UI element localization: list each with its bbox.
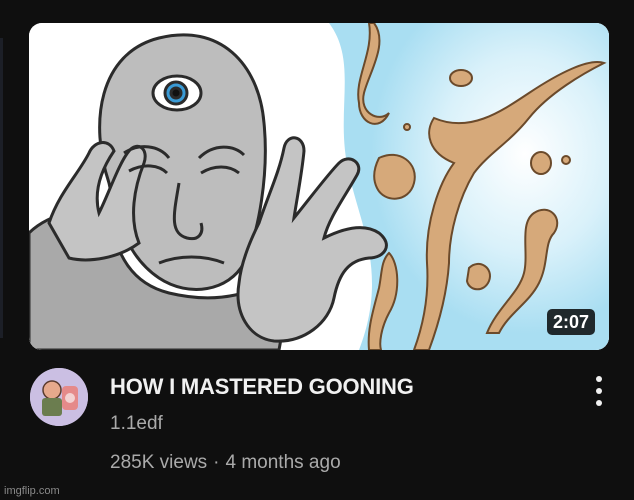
video-metadata: HOW I MASTERED GOONING 1.1edf 285K views…	[30, 368, 610, 478]
avatar-image	[30, 368, 88, 426]
duration-badge: 2:07	[546, 309, 595, 335]
stats-separator: ·	[213, 452, 220, 473]
adjacent-card-edge	[0, 38, 3, 338]
view-count: 285K views	[110, 452, 208, 473]
upload-age: 4 months ago	[225, 452, 341, 473]
thumbnail-illustration	[29, 23, 609, 350]
channel-name[interactable]: 1.1edf	[110, 413, 163, 435]
video-card-page: 2:07 HOW I MASTERED GOONING 1.1edf 285K …	[0, 0, 634, 500]
vertical-ellipsis-icon[interactable]	[589, 374, 609, 408]
video-title[interactable]: HOW I MASTERED GOONING	[110, 374, 414, 400]
channel-avatar[interactable]	[30, 368, 88, 426]
imgflip-watermark: imgflip.com	[4, 485, 60, 497]
video-thumbnail[interactable]: 2:07	[29, 23, 609, 350]
video-stats: 285K views · 4 months ago	[110, 452, 341, 474]
